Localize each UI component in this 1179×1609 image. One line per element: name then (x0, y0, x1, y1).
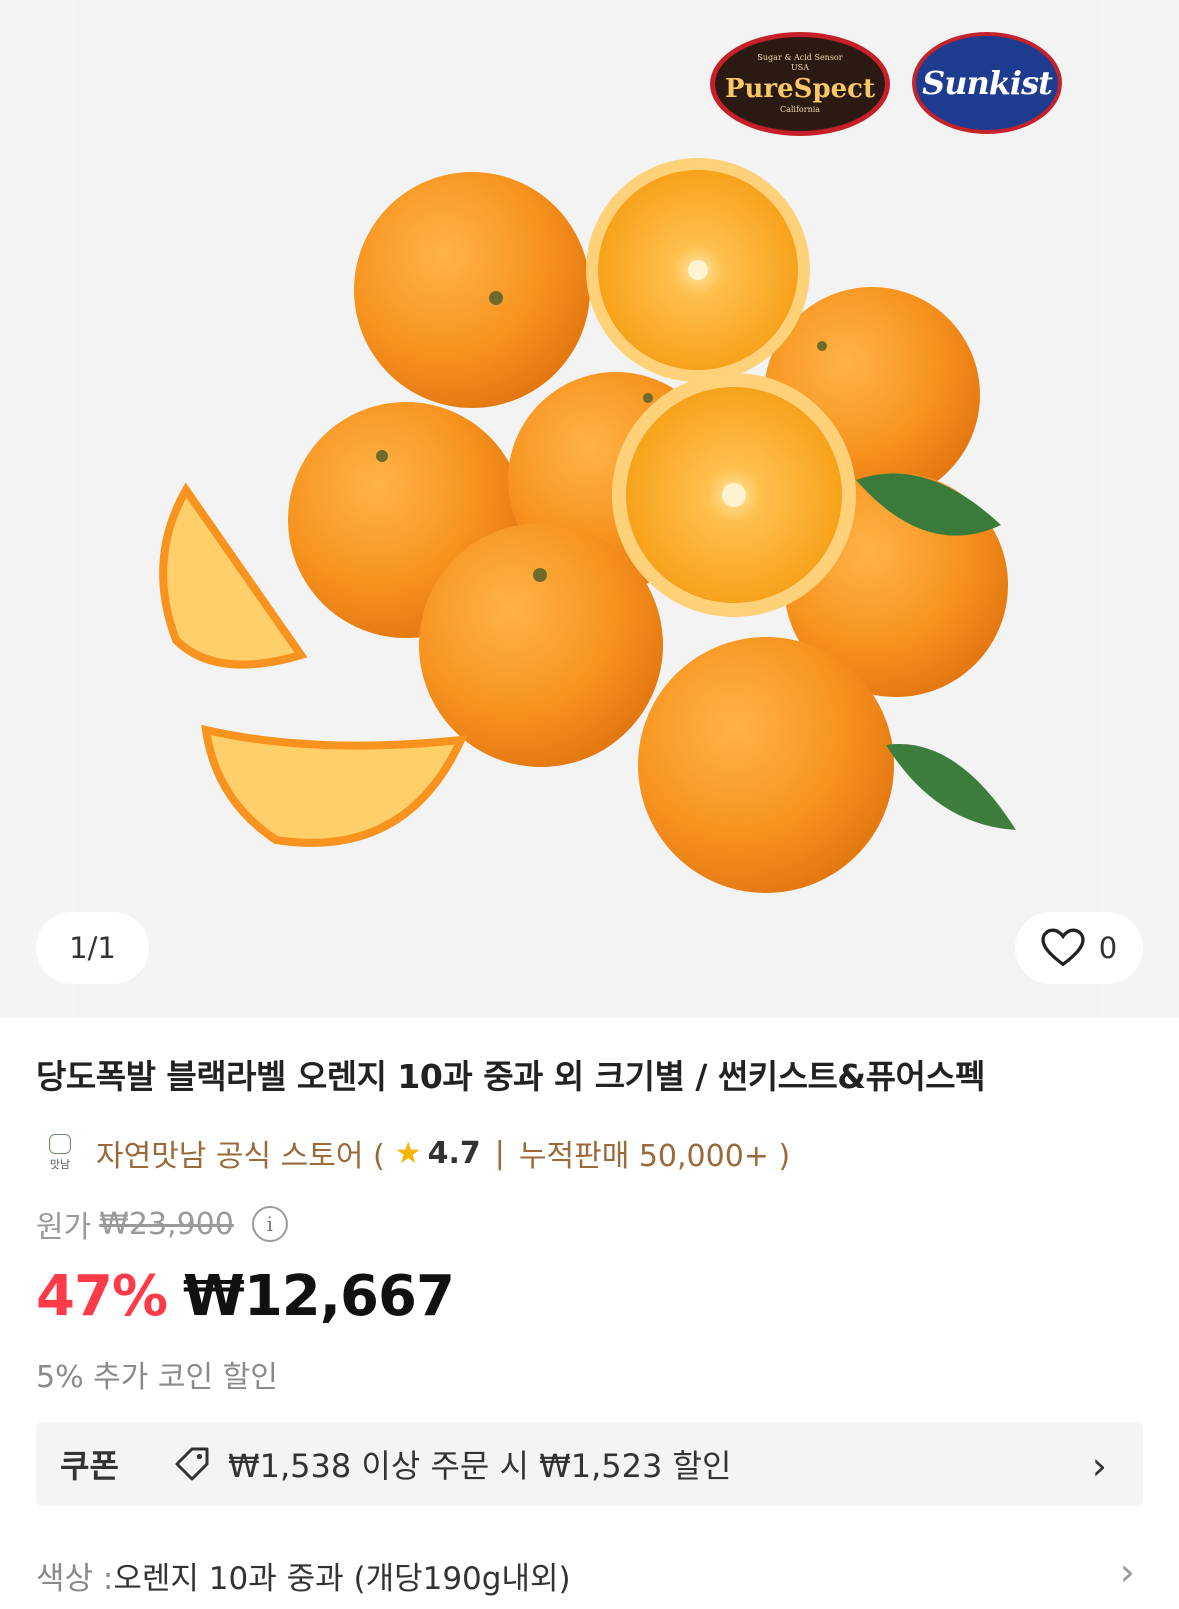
coupon-banner[interactable]: 쿠폰 ₩1,538 이상 주문 시 ₩1,523 할인 › (36, 1422, 1143, 1506)
info-icon[interactable]: i (251, 1206, 288, 1242)
purespect-logo-usa-text: USA (791, 63, 809, 72)
oranges-photo (159, 158, 1016, 893)
discount-percent: 47% (36, 1263, 168, 1329)
purespect-logo: Sugar & Acid Sensor USA PureSpect Califo… (710, 32, 890, 136)
original-price-label: 원가 (36, 1210, 92, 1245)
coupon-description: ₩1,538 이상 주문 시 ₩1,523 할인 (228, 1447, 732, 1485)
store-info[interactable]: 맛남 자연맛남 공식 스토어 ( ★ 4.7 | 누적판매 50,000+ ) (46, 1130, 790, 1176)
store-sales: 누적판매 50,000+ ) (518, 1139, 791, 1174)
option-value: 오렌지 10과 중과 (개당190g내외) (113, 1560, 571, 1597)
option-key: 색상 : (36, 1560, 114, 1597)
chevron-right-icon: › (1091, 1444, 1107, 1488)
product-image[interactable] (76, 0, 1100, 1018)
like-count: 0 (1098, 931, 1118, 965)
purespect-logo-name: PureSpect (724, 74, 876, 104)
price-row: 47% ₩12,667 (36, 1262, 455, 1330)
coin-discount-note: 5% 추가 코인 할인 (36, 1360, 278, 1395)
store-logo-mark (49, 1134, 71, 1154)
original-price: ₩23,900 (99, 1206, 234, 1242)
heart-icon (1041, 928, 1085, 967)
coupon-label: 쿠폰 (60, 1447, 119, 1485)
purespect-logo-bottom-text: California (779, 105, 821, 114)
option-selector[interactable]: 색상 : 오렌지 10과 중과 (개당190g내외) › (36, 1550, 1143, 1600)
tag-icon (175, 1447, 209, 1481)
purespect-logo-top-text: Sugar & Acid Sensor (757, 53, 843, 62)
original-price-row: 원가 ₩23,900 i (36, 1202, 288, 1246)
current-price: ₩12,667 (183, 1263, 455, 1329)
store-separator: | (494, 1135, 505, 1171)
store-name[interactable]: 자연맛남 공식 스토어 ( (96, 1131, 385, 1175)
star-icon: ★ (394, 1135, 422, 1171)
image-counter: 1/1 (36, 912, 149, 984)
store-logo-text: 맛남 (49, 1158, 71, 1171)
product-image-gallery[interactable]: Sugar & Acid Sensor USA PureSpect Califo… (0, 0, 1179, 1018)
sunkist-logo-text: Sunkist (922, 64, 1053, 102)
product-title: 당도폭발 블랙라벨 오렌지 10과 중과 외 크기별 / 썬키스트&퓨어스펙 (36, 1057, 986, 1096)
chevron-right-icon: › (1119, 1550, 1135, 1594)
store-logo[interactable]: 맛남 (46, 1133, 74, 1173)
like-button[interactable]: 0 (1015, 912, 1143, 984)
store-rating: 4.7 (427, 1135, 481, 1171)
sunkist-logo: Sunkist (912, 32, 1062, 134)
